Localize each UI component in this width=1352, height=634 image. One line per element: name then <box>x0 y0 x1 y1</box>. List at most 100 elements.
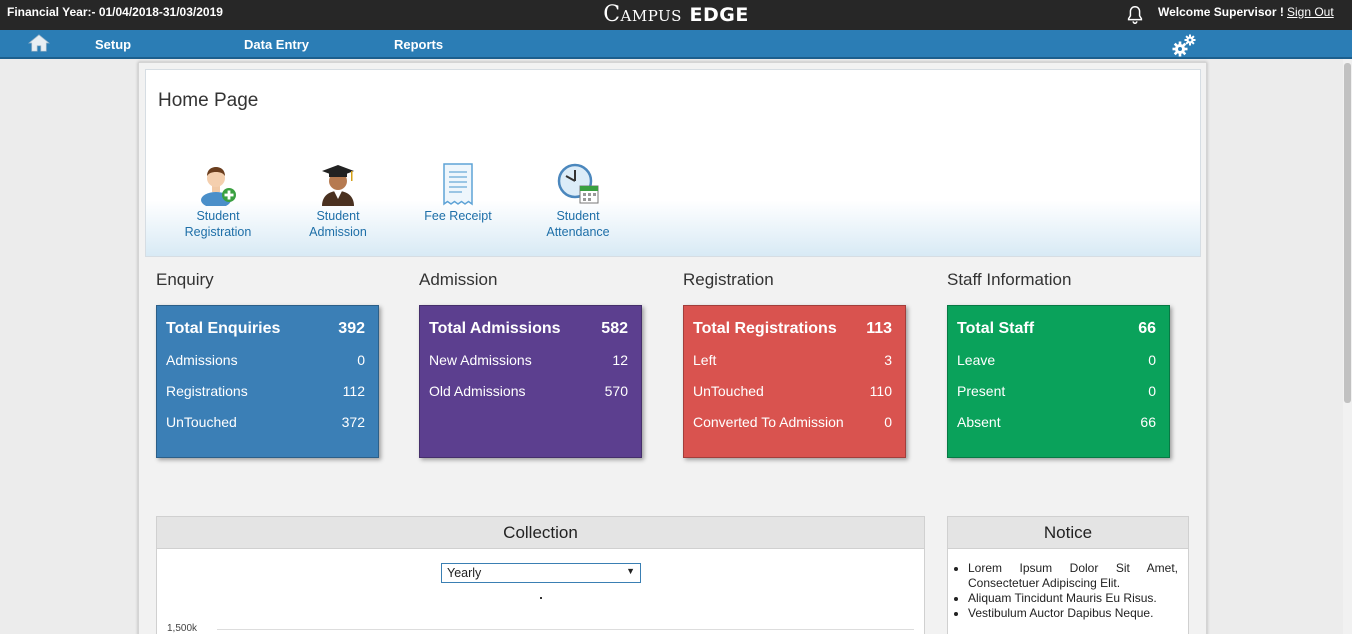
sign-out-link[interactable]: Sign Out <box>1287 5 1334 19</box>
row-label: UnTouched <box>166 414 237 430</box>
chart-gridline <box>217 629 914 630</box>
row-value: 0 <box>884 414 892 430</box>
quick-link-student-admission[interactable]: Student Admission <box>278 162 398 240</box>
admission-card[interactable]: Total Admissions 582 New Admissions 12 Old… <box>419 305 642 458</box>
row-value: 0 <box>357 352 365 368</box>
row-value: 0 <box>1148 383 1156 399</box>
collection-panel: Collection Yearly ▼ 1,500k <box>156 516 925 634</box>
row-label: UnTouched <box>693 383 764 399</box>
card-row: UnTouched 372 <box>166 414 365 430</box>
section-title-registration: Registration <box>683 270 774 289</box>
card-row: Converted To Admission 0 <box>693 414 892 430</box>
staff-card[interactable]: Total Staff 66 Leave 0 Present 0 Absent 66 <box>947 305 1170 458</box>
notice-item: Lorem Ipsum Dolor Sit Amet, Consectetuer… <box>968 561 1178 591</box>
card-row: UnTouched 110 <box>693 383 892 399</box>
row-label: Admissions <box>166 352 238 368</box>
quick-link-label: Student <box>316 209 360 223</box>
card-row: New Admissions 12 <box>429 352 628 368</box>
section-title-enquiry: Enquiry <box>156 270 214 289</box>
row-value: 392 <box>338 320 365 337</box>
notice-title: Notice <box>948 517 1188 549</box>
row-label: New Admissions <box>429 352 532 368</box>
row-value: 3 <box>884 352 892 368</box>
notice-item: Aliquam Tincidunt Mauris Eu Risus. <box>968 591 1178 606</box>
quick-link-fee-receipt[interactable]: Fee Receipt <box>398 162 518 224</box>
student-registration-icon <box>201 167 236 206</box>
quick-link-label: Registration <box>184 225 252 239</box>
section-title-staff: Staff Information <box>947 270 1072 289</box>
quick-link-label: Student <box>556 209 600 223</box>
card-row: Absent 66 <box>957 414 1156 430</box>
card-row: Old Admissions 570 <box>429 383 628 399</box>
row-label: Total Staff <box>957 320 1035 337</box>
graduate-icon <box>322 165 354 206</box>
row-label: Old Admissions <box>429 383 526 399</box>
bell-icon[interactable] <box>1124 4 1146 26</box>
brand-sub: EDGE <box>689 4 749 26</box>
row-label: Leave <box>957 352 996 368</box>
enquiry-card[interactable]: Total Enquiries 392 Admissions 0 Registrat… <box>156 305 379 458</box>
card-row-total: Total Staff 66 <box>957 320 1156 338</box>
y-axis-tick: 1,500k <box>167 623 198 634</box>
notice-list: Lorem Ipsum Dolor Sit Amet, Consectetuer… <box>968 561 1178 621</box>
receipt-icon <box>443 163 473 206</box>
quick-link-label: Attendance <box>546 225 610 239</box>
card-row-total: Total Registrations 113 <box>693 320 892 338</box>
top-bar: Financial Year:- 01/04/2018-31/03/2019 C… <box>0 0 1352 30</box>
row-label: Absent <box>957 414 1001 430</box>
row-label: Registrations <box>166 383 248 399</box>
registration-card[interactable]: Total Registrations 113 Left 3 UnTouched 11… <box>683 305 906 458</box>
row-label: Total Registrations <box>693 320 837 337</box>
quick-link-label: Student <box>196 209 240 223</box>
section-title-admission: Admission <box>419 270 498 289</box>
row-value: 372 <box>341 414 365 430</box>
quick-link-label: Fee Receipt <box>424 209 492 223</box>
row-value: 570 <box>604 383 628 399</box>
page-title: Home Page <box>158 90 259 111</box>
collection-title: Collection <box>157 517 924 549</box>
row-label: Present <box>957 383 1006 399</box>
card-row: Admissions 0 <box>166 352 365 368</box>
card-row: Present 0 <box>957 383 1156 399</box>
row-value: 582 <box>601 320 628 337</box>
chevron-down-icon: ▼ <box>626 566 635 576</box>
welcome-text: Welcome Supervisor ! <box>1158 5 1284 19</box>
main-panel: Home Page Student Registration Student A… <box>138 62 1207 634</box>
row-label: Left <box>693 352 717 368</box>
financial-year: Financial Year:- 01/04/2018-31/03/2019 <box>7 5 223 19</box>
row-value: 66 <box>1140 414 1156 430</box>
row-value: 113 <box>866 320 892 337</box>
nav-data-entry[interactable]: Data Entry <box>244 37 309 52</box>
chart-marker <box>540 597 542 599</box>
home-box: Home Page Student Registration Student A… <box>145 69 1201 257</box>
nav-setup[interactable]: Setup <box>95 37 131 52</box>
period-select-value: Yearly <box>447 566 482 580</box>
row-value: 0 <box>1148 352 1156 368</box>
scrollbar-thumb[interactable] <box>1344 63 1351 403</box>
quick-link-label: Admission <box>309 225 367 239</box>
row-value: 110 <box>869 383 892 399</box>
row-label: Total Admissions <box>429 320 561 337</box>
row-label: Converted To Admission <box>693 414 844 430</box>
period-select[interactable]: Yearly ▼ <box>441 563 641 583</box>
vertical-scrollbar[interactable] <box>1343 59 1352 634</box>
notice-item: Vestibulum Auctor Dapibus Neque. <box>968 606 1178 621</box>
card-row: Registrations 112 <box>166 383 365 399</box>
gear-icon[interactable] <box>1170 32 1198 58</box>
card-row-total: Total Admissions 582 <box>429 320 628 338</box>
home-icon[interactable] <box>28 33 50 53</box>
brand-main: Campus <box>603 2 682 27</box>
row-value: 12 <box>612 352 628 368</box>
card-row: Leave 0 <box>957 352 1156 368</box>
row-value: 112 <box>342 383 365 399</box>
quick-link-student-registration[interactable]: Student Registration <box>158 162 278 240</box>
attendance-clock-icon <box>557 163 599 204</box>
nav-bar: Setup Data Entry Reports <box>0 30 1352 59</box>
quick-link-student-attendance[interactable]: Student Attendance <box>518 162 638 240</box>
card-row: Left 3 <box>693 352 892 368</box>
nav-reports[interactable]: Reports <box>394 37 443 52</box>
row-value: 66 <box>1138 320 1156 337</box>
row-label: Total Enquiries <box>166 320 281 337</box>
card-row-total: Total Enquiries 392 <box>166 320 365 338</box>
notice-panel: Notice Lorem Ipsum Dolor Sit Amet, Conse… <box>947 516 1189 634</box>
